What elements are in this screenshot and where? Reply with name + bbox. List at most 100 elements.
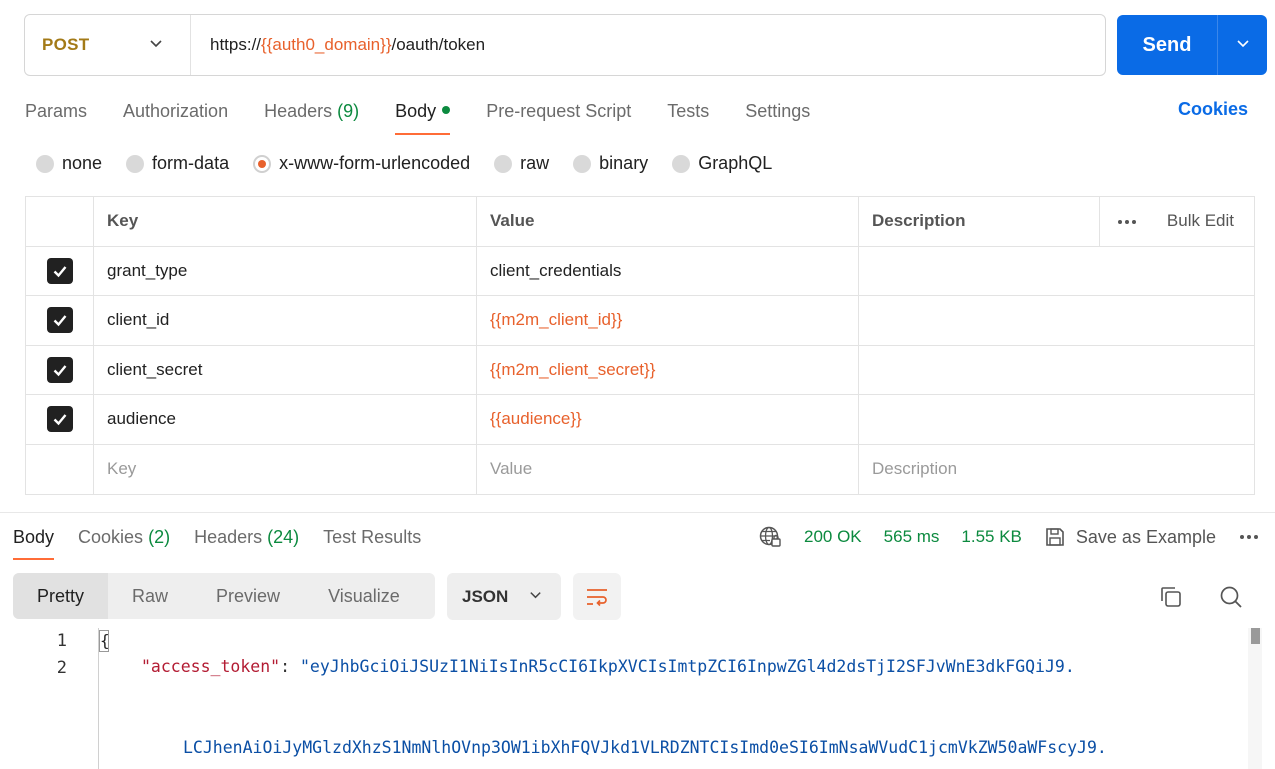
send-button[interactable]: Send bbox=[1117, 15, 1218, 75]
cookies-link[interactable]: Cookies bbox=[1178, 99, 1248, 120]
response-size[interactable]: 1.55 KB bbox=[961, 527, 1022, 547]
row-checkbox-cell bbox=[26, 345, 94, 394]
tab-body[interactable]: Body bbox=[395, 96, 451, 136]
row-checkbox[interactable] bbox=[46, 406, 73, 433]
row-checkbox[interactable] bbox=[46, 257, 73, 284]
row-checkbox-cell bbox=[26, 296, 94, 345]
response-body-code[interactable]: { "access_token": "eyJhbGciOiJSUzI1NiIsI… bbox=[99, 628, 1245, 769]
tab-label: Headers bbox=[194, 527, 263, 547]
chevron-down-icon bbox=[1235, 35, 1251, 56]
request-url-bar: POST https://{{auth0_domain}}/oauth/toke… bbox=[24, 14, 1106, 76]
tab-tests[interactable]: Tests bbox=[667, 96, 709, 136]
param-value[interactable]: client_credentials bbox=[477, 246, 859, 295]
radio-circle bbox=[494, 154, 513, 173]
format-label: JSON bbox=[462, 586, 509, 606]
pane-divider[interactable] bbox=[0, 512, 1275, 513]
line-number-gutter: 1 2 bbox=[0, 628, 98, 769]
radio-circle bbox=[126, 154, 145, 173]
new-description-input[interactable]: Description bbox=[859, 445, 1254, 495]
tab-headers-label: Headers bbox=[264, 101, 333, 121]
column-header-key: Key bbox=[94, 197, 477, 246]
param-key[interactable]: client_secret bbox=[94, 345, 477, 394]
wrap-lines-button[interactable] bbox=[573, 573, 621, 620]
copy-icon[interactable] bbox=[1158, 584, 1184, 610]
chevron-down-icon bbox=[528, 587, 543, 607]
url-input[interactable]: https://{{auth0_domain}}/oauth/token bbox=[191, 35, 485, 55]
view-preview[interactable]: Preview bbox=[192, 573, 304, 619]
radio-binary[interactable]: binary bbox=[573, 153, 648, 174]
radio-form-data[interactable]: form-data bbox=[126, 153, 229, 174]
line-number: 2 bbox=[56, 658, 67, 678]
param-description[interactable] bbox=[859, 346, 1254, 395]
format-dropdown[interactable]: JSON bbox=[447, 573, 561, 620]
tab-response-headers[interactable]: Headers (24) bbox=[194, 524, 299, 560]
table-row: client_id {{m2m_client_id}} bbox=[26, 296, 1254, 346]
json-string: LCJhenAiOiJyMGlzdXhzS1NmNlhOVnp3OW1ibXhF… bbox=[183, 738, 1107, 757]
checkmark-icon bbox=[53, 315, 66, 327]
tab-params[interactable]: Params bbox=[25, 96, 87, 136]
param-description[interactable] bbox=[859, 296, 1254, 345]
tab-headers[interactable]: Headers (9) bbox=[264, 96, 359, 136]
param-key[interactable]: grant_type bbox=[94, 246, 477, 295]
new-key-input[interactable]: Key bbox=[94, 444, 477, 494]
row-checkbox[interactable] bbox=[46, 356, 73, 383]
response-time[interactable]: 565 ms bbox=[884, 527, 940, 547]
save-icon bbox=[1046, 528, 1064, 546]
network-globe-icon[interactable] bbox=[758, 525, 782, 549]
new-value-input[interactable]: Value bbox=[477, 444, 859, 494]
save-as-example-button[interactable]: Save as Example bbox=[1044, 526, 1216, 548]
view-raw[interactable]: Raw bbox=[108, 573, 192, 619]
tab-count: (2) bbox=[148, 527, 171, 547]
radio-none[interactable]: none bbox=[36, 153, 102, 174]
line-number: 1 bbox=[56, 631, 67, 651]
table-header-row: Key Value Description Bulk Edit bbox=[26, 197, 1254, 247]
url-prefix: https:// bbox=[210, 35, 262, 54]
tab-response-cookies[interactable]: Cookies (2) bbox=[78, 524, 170, 560]
send-button-group: Send bbox=[1117, 15, 1267, 75]
method-dropdown[interactable]: POST bbox=[25, 15, 191, 75]
search-icon[interactable] bbox=[1218, 584, 1244, 610]
tab-settings[interactable]: Settings bbox=[745, 96, 810, 136]
modified-indicator-dot bbox=[442, 106, 451, 115]
checkmark-icon bbox=[53, 265, 66, 278]
tab-response-body[interactable]: Body bbox=[13, 524, 55, 560]
table-row: grant_type client_credentials bbox=[26, 246, 1254, 296]
view-visualize[interactable]: Visualize bbox=[304, 573, 424, 619]
param-description[interactable] bbox=[859, 247, 1254, 296]
tab-label: Cookies bbox=[78, 527, 144, 547]
more-options-icon[interactable] bbox=[1116, 211, 1138, 231]
param-value[interactable]: {{m2m_client_secret}} bbox=[477, 345, 859, 394]
tab-count: (24) bbox=[267, 527, 300, 547]
status-code[interactable]: 200 OK bbox=[804, 527, 862, 547]
tab-prerequest-script[interactable]: Pre-request Script bbox=[486, 96, 631, 136]
send-options-button[interactable] bbox=[1218, 15, 1267, 75]
view-mode-selector: Pretty Raw Preview Visualize bbox=[13, 573, 435, 619]
radio-raw[interactable]: raw bbox=[494, 153, 549, 174]
more-options-icon[interactable] bbox=[1238, 533, 1260, 541]
radio-urlencoded[interactable]: x-www-form-urlencoded bbox=[253, 153, 470, 174]
radio-circle-selected bbox=[253, 154, 272, 173]
request-tabs: Params Authorization Headers (9) Body Pr… bbox=[25, 96, 810, 136]
scrollbar-track[interactable] bbox=[1248, 628, 1262, 769]
tab-test-results[interactable]: Test Results bbox=[323, 524, 421, 560]
param-key[interactable]: client_id bbox=[94, 296, 477, 345]
opening-brace-match: { bbox=[99, 630, 110, 652]
param-description[interactable] bbox=[859, 395, 1254, 444]
method-label: POST bbox=[42, 35, 90, 54]
row-checkbox-cell bbox=[26, 395, 94, 444]
tab-authorization[interactable]: Authorization bbox=[123, 96, 228, 136]
param-value[interactable]: {{audience}} bbox=[477, 395, 859, 444]
response-meta: 200 OK 565 ms 1.55 KB Save as Example bbox=[758, 524, 1260, 550]
tab-body-label: Body bbox=[395, 101, 437, 121]
bulk-edit-button[interactable]: Bulk Edit bbox=[1167, 211, 1234, 231]
row-checkbox[interactable] bbox=[46, 307, 73, 334]
json-string: "eyJhbGciOiJSUzI1NiIsInR5cCI6IkpXVCIsImt… bbox=[299, 657, 1075, 676]
radio-graphql[interactable]: GraphQL bbox=[672, 153, 772, 174]
code-line-wrapped: LCJhenAiOiJyMGlzdXhzS1NmNlhOVnp3OW1ibXhF… bbox=[183, 738, 1107, 757]
view-pretty[interactable]: Pretty bbox=[13, 573, 109, 619]
param-value[interactable]: {{m2m_client_id}} bbox=[477, 296, 859, 345]
radio-circle bbox=[672, 154, 691, 173]
chevron-down-icon bbox=[148, 35, 164, 56]
param-key[interactable]: audience bbox=[94, 395, 477, 444]
scrollbar-thumb[interactable] bbox=[1251, 628, 1260, 644]
